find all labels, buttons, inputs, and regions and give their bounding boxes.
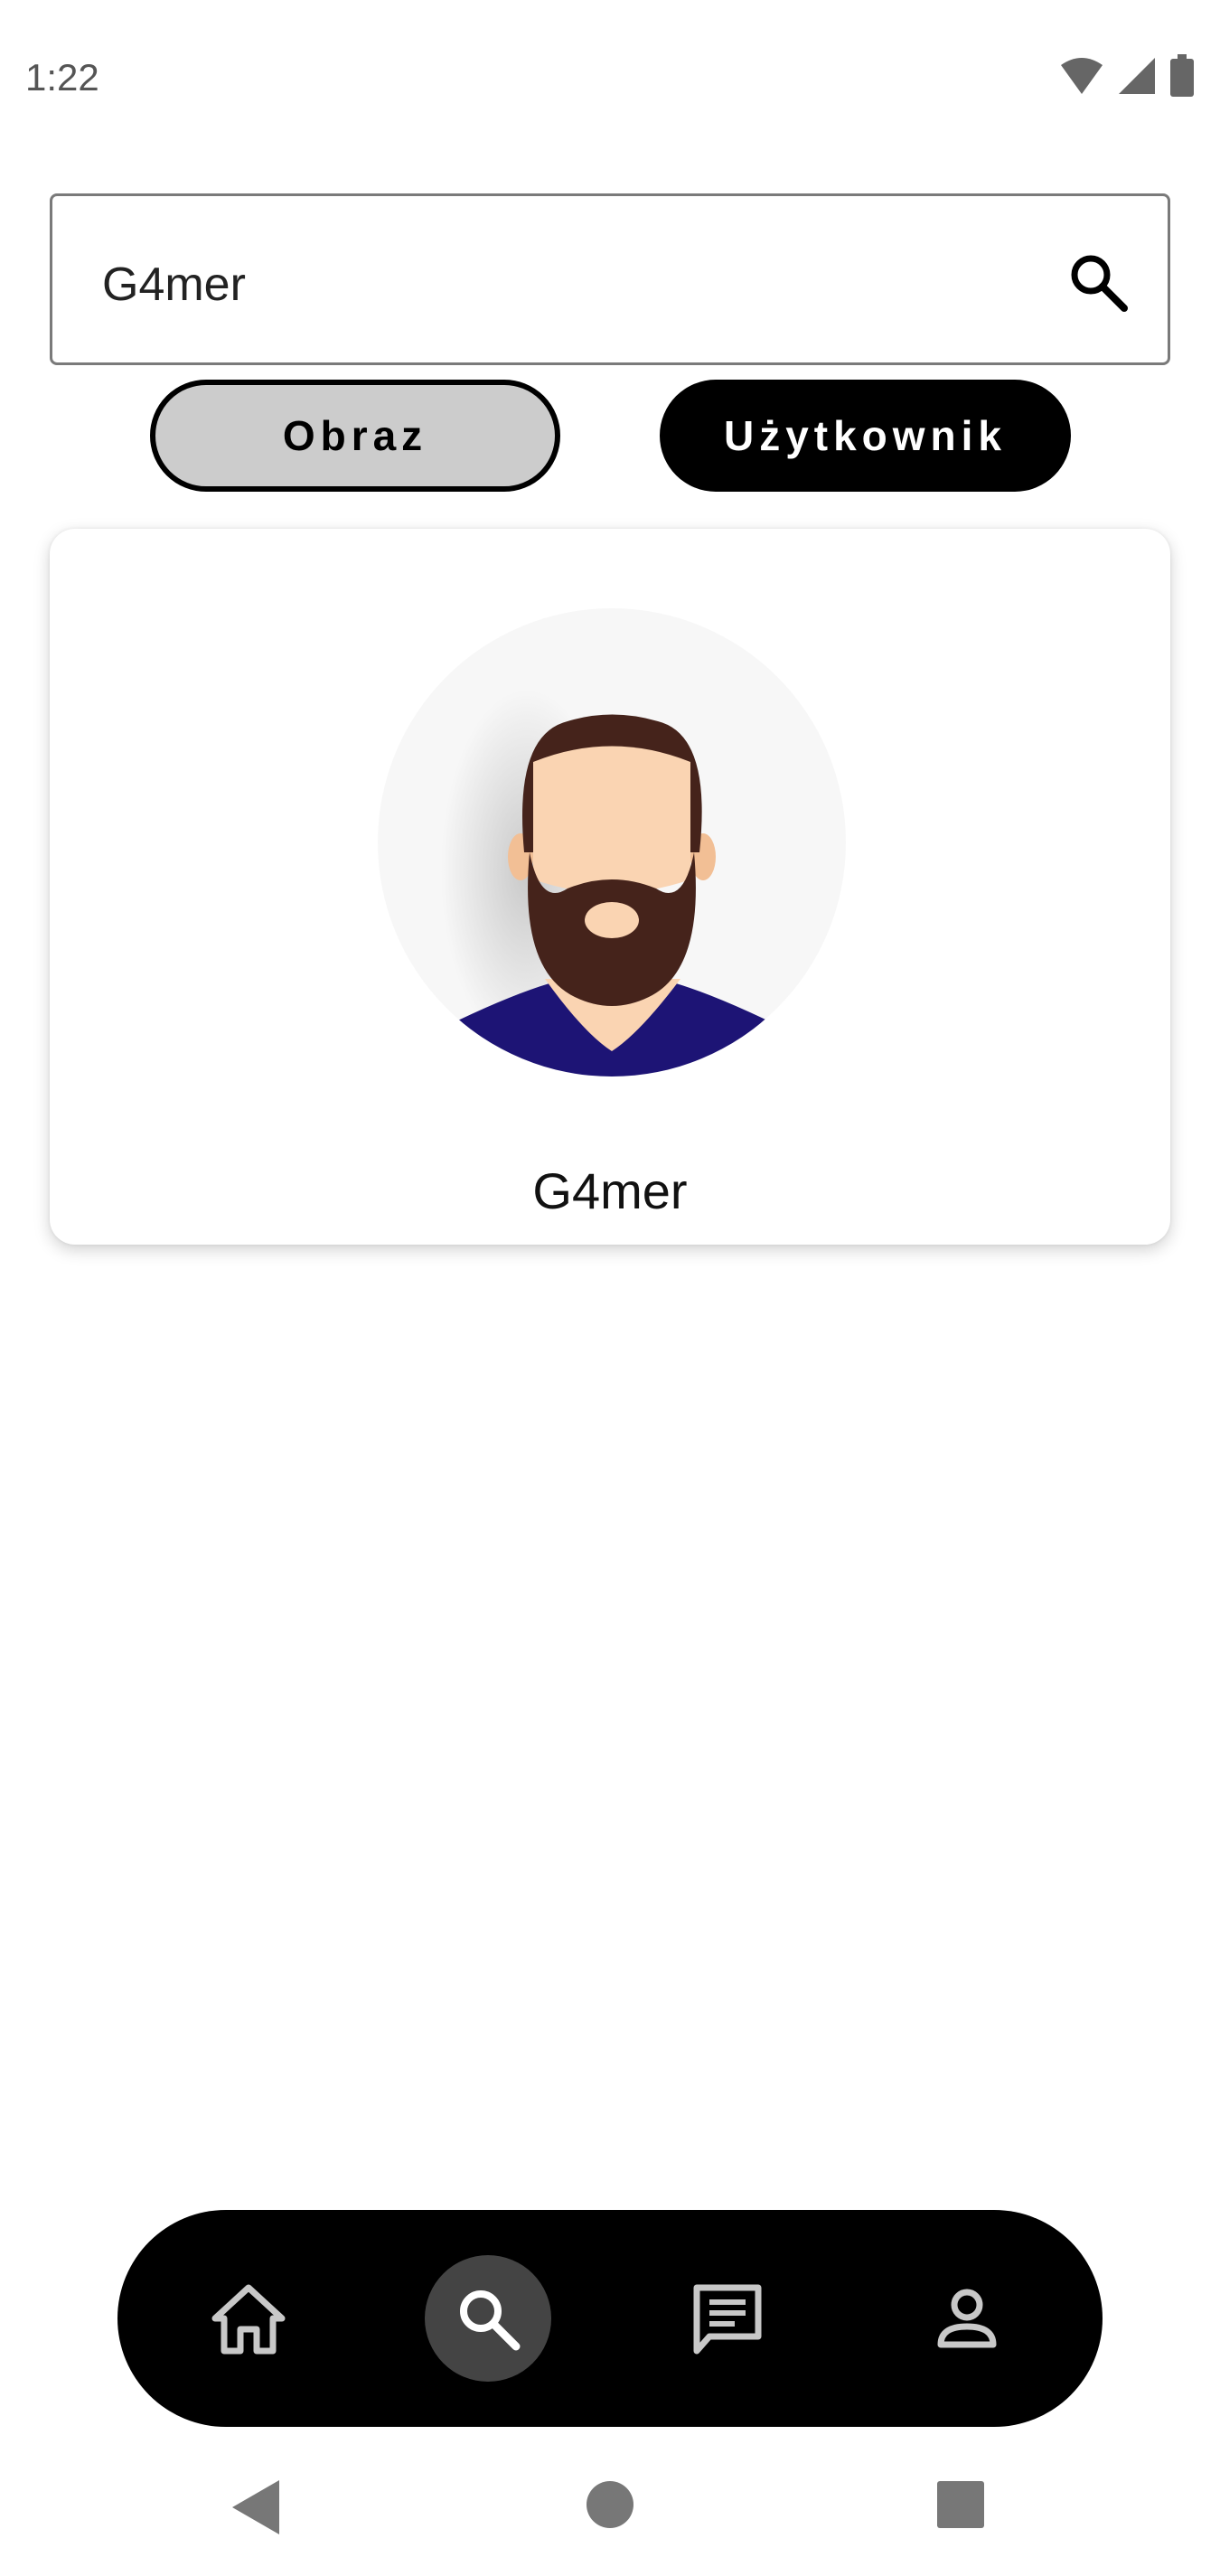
search-input[interactable]: G4mer: [50, 193, 1170, 365]
nav-home[interactable]: [185, 2255, 312, 2382]
battery-icon: [1170, 54, 1194, 97]
search-icon[interactable]: [1066, 250, 1130, 314]
filter-chip-image[interactable]: Obraz: [150, 380, 560, 492]
recents-icon[interactable]: [936, 2480, 985, 2529]
bottom-nav: [117, 2210, 1103, 2427]
status-time: 1:22: [25, 56, 99, 99]
cellular-signal-icon: [1119, 58, 1155, 94]
status-icons: [1059, 54, 1195, 98]
filter-chip-user[interactable]: Użytkownik: [660, 380, 1071, 492]
system-nav-bar: [0, 2440, 1220, 2576]
result-username: G4mer: [532, 1162, 688, 1219]
nav-messages[interactable]: [664, 2255, 791, 2382]
nav-search[interactable]: [425, 2255, 551, 2382]
status-bar: 1:22: [0, 0, 1220, 154]
home-icon: [211, 2284, 286, 2355]
avatar: [378, 608, 846, 1076]
wifi-icon: [1061, 58, 1103, 94]
nav-profile[interactable]: [904, 2255, 1030, 2382]
messages-icon: [693, 2284, 762, 2355]
home-circle-icon[interactable]: [586, 2480, 634, 2529]
search-input-value: G4mer: [102, 259, 246, 311]
search-icon: [460, 2290, 521, 2351]
profile-icon: [937, 2289, 997, 2348]
back-icon[interactable]: [230, 2478, 281, 2536]
user-result-card[interactable]: G4mer: [50, 529, 1170, 1245]
